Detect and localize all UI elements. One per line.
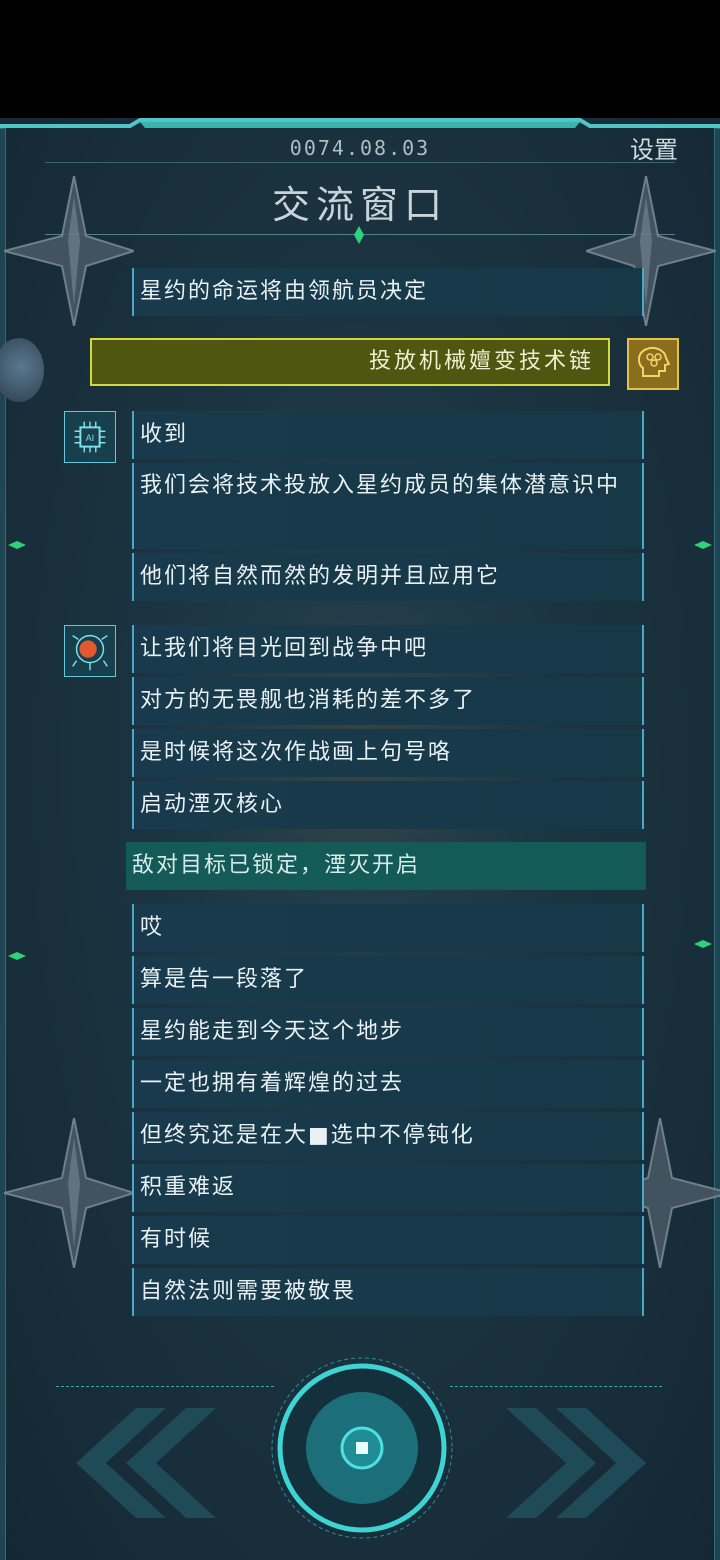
control-divider	[450, 1386, 662, 1387]
dialog-message: 哎	[132, 904, 644, 952]
game-date: 0074.08.03	[289, 136, 431, 160]
advisor-avatar	[64, 625, 116, 677]
title-diamond-icon	[354, 226, 364, 244]
planet-icon	[0, 338, 44, 402]
dialog-message: 收到	[132, 411, 644, 459]
dialog-message: 一定也拥有着辉煌的过去	[132, 1060, 644, 1108]
dialog-message: 启动湮灭核心	[132, 781, 644, 829]
dialog-message: 对方的无畏舰也消耗的差不多了	[132, 677, 644, 725]
player-avatar	[627, 338, 679, 390]
gem-icon	[694, 541, 712, 549]
dialog-message: 但终究还是在大■选中不停钝化	[132, 1112, 644, 1160]
double-chevron-right-icon	[506, 1408, 646, 1518]
dialog-panel: 0074.08.03 设置 交流窗口 星约的命运将由领航员决定 投放机械嬗变技术…	[0, 118, 720, 1560]
dialog-message: 他们将自然而然的发明并且应用它	[132, 553, 644, 601]
dialog-message: 星约能走到今天这个地步	[132, 1008, 644, 1056]
circuit-brain-icon	[72, 634, 108, 671]
dialog-message: 有时候	[132, 1216, 644, 1264]
dialog-message: 让我们将目光回到战争中吧	[132, 625, 644, 673]
date-divider	[45, 162, 675, 163]
dialog-message: 是时候将这次作战画上句号咯	[132, 729, 644, 777]
svg-text:AI: AI	[86, 434, 94, 444]
dialog-message: 积重难返	[132, 1164, 644, 1212]
frame-right	[714, 128, 720, 1560]
next-button[interactable]	[506, 1408, 656, 1518]
stop-square-icon	[356, 1442, 368, 1454]
double-chevron-left-icon	[76, 1408, 216, 1518]
ship-decoration-icon	[4, 1118, 134, 1268]
gem-icon	[8, 541, 26, 549]
ai-avatar: AI	[64, 411, 116, 463]
player-choice-message: 投放机械嬗变技术链	[90, 338, 610, 386]
auto-play-button[interactable]	[270, 1356, 454, 1540]
gem-icon	[8, 952, 26, 960]
ai-chip-icon: AI	[74, 421, 106, 453]
dialog-message: 自然法则需要被敬畏	[132, 1268, 644, 1316]
frame-top	[0, 118, 720, 128]
dialog-message: 我们会将技术投放入星约成员的集体潜意识中	[132, 463, 644, 549]
settings-button[interactable]: 设置	[630, 130, 678, 165]
dialog-message: 算是告一段落了	[132, 956, 644, 1004]
ship-decoration-icon	[4, 176, 134, 326]
previous-button[interactable]	[66, 1408, 216, 1518]
dialog-message: 星约的命运将由领航员决定	[132, 268, 644, 316]
control-divider	[56, 1386, 274, 1387]
brain-head-icon	[637, 347, 671, 377]
system-message: 敌对目标已锁定，湮灭开启	[126, 842, 646, 890]
gem-icon	[694, 940, 712, 948]
